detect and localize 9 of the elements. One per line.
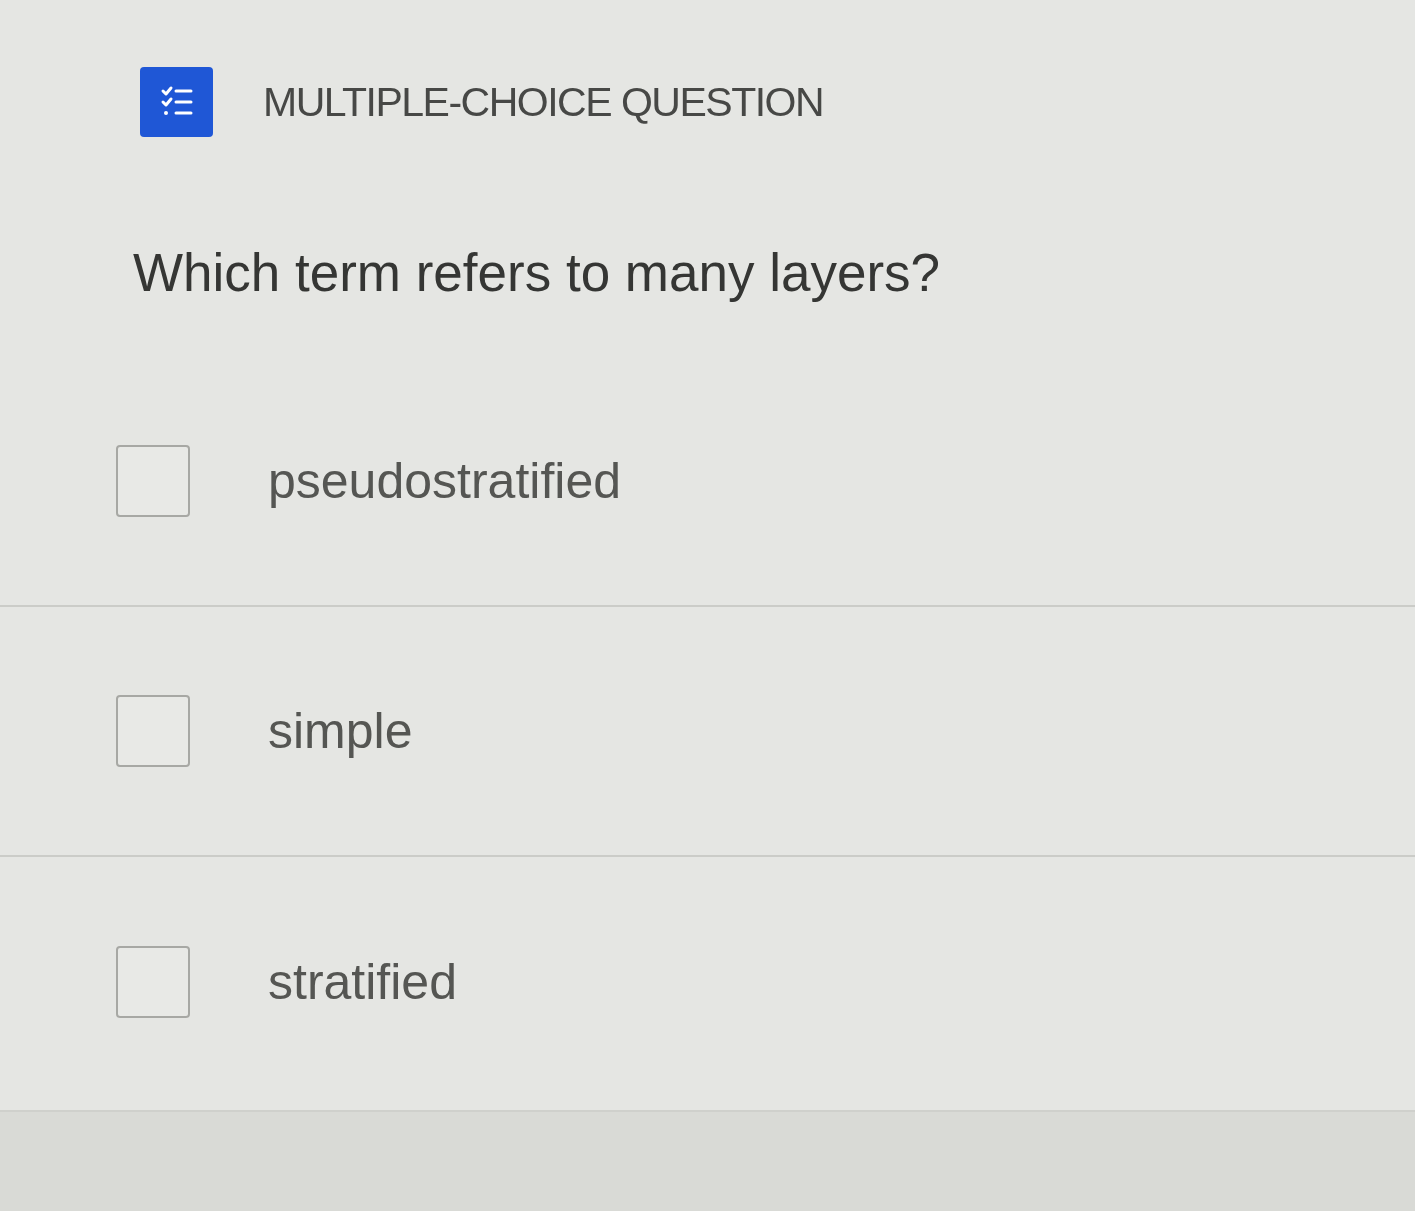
checkbox[interactable] <box>116 444 190 517</box>
option-label[interactable]: simple <box>268 701 413 760</box>
option-label[interactable]: pseudostratified <box>268 451 621 510</box>
option-label[interactable]: stratified <box>268 952 457 1011</box>
checklist-icon <box>140 67 213 137</box>
question-type-title: MULTIPLE-CHOICE QUESTION <box>263 78 824 126</box>
question-text: Which term refers to many layers? <box>133 242 940 304</box>
checkbox[interactable] <box>116 694 190 767</box>
checkbox[interactable] <box>116 945 190 1018</box>
